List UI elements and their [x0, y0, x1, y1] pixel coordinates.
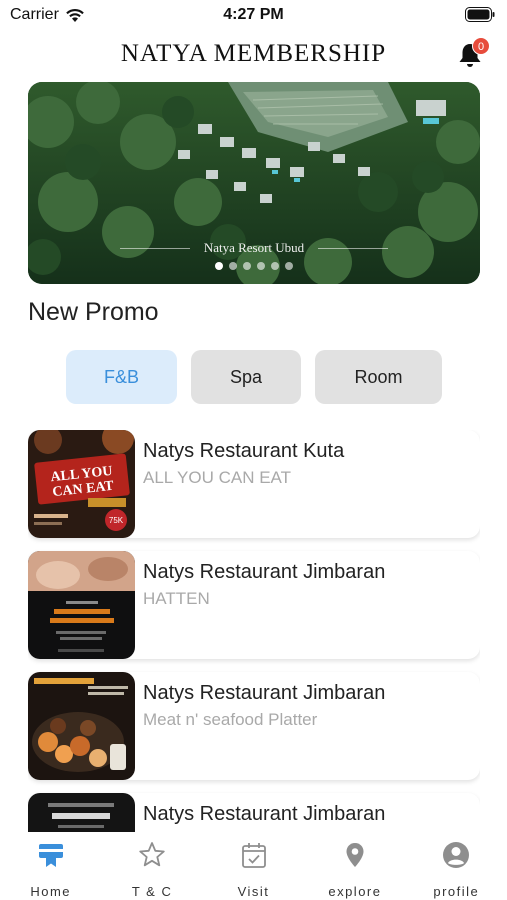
promo-name: Natys Restaurant Jimbaran [143, 803, 386, 825]
user-circle-icon [443, 842, 470, 868]
promo-thumbnail: ALL YOU CAN EAT 75K [28, 430, 135, 538]
nav-label: T & C [131, 884, 173, 899]
promo-description: ALL YOU CAN EAT [143, 468, 292, 487]
carousel-dot[interactable] [243, 262, 251, 270]
promo-image-seafood-platter [28, 672, 135, 780]
section-title: New Promo [28, 298, 159, 326]
promo-name: Natys Restaurant Jimbaran [143, 682, 386, 704]
promo-name: Natys Restaurant Kuta [143, 440, 345, 462]
notification-badge: 0 [472, 37, 490, 55]
nav-label: Visit [237, 884, 270, 899]
bottom-nav: Home T & C Visit explore profile [0, 832, 507, 900]
promo-description: HATTEN [143, 589, 210, 608]
carousel-dot[interactable] [257, 262, 265, 270]
nav-label: Home [30, 884, 72, 899]
nav-explore[interactable]: explore [304, 832, 405, 900]
banner-caption: Natya Resort Ubud [203, 240, 305, 255]
notification-button[interactable]: 0 [457, 37, 490, 70]
promo-thumbnail [28, 551, 135, 659]
promo-list[interactable]: ALL YOU CAN EAT 75K Natys Restaurant Kut… [28, 430, 480, 832]
nav-label: explore [328, 884, 382, 899]
nav-profile[interactable]: profile [406, 832, 507, 900]
promo-name: Natys Restaurant Jimbaran [143, 561, 386, 583]
list-item[interactable]: Natys Restaurant Jimbaran HATTEN [28, 551, 480, 659]
promo-thumbnail [28, 793, 135, 832]
list-item[interactable]: Natys Restaurant Jimbaran Meat n' seafoo… [28, 672, 480, 780]
svg-text:75K: 75K [109, 516, 124, 525]
location-pin-icon [346, 843, 364, 867]
carousel-dot[interactable] [229, 262, 237, 270]
nav-label: profile [433, 884, 480, 899]
hero-banner[interactable]: Natya Resort Ubud [28, 82, 480, 284]
status-bar: Carrier 4:27 PM [0, 0, 507, 32]
nav-visit[interactable]: Visit [203, 832, 304, 900]
tab-room[interactable]: Room [315, 350, 442, 404]
promo-image-restaurant-offer [28, 793, 135, 832]
home-card-icon [38, 844, 63, 867]
battery-icon [465, 7, 495, 22]
carousel-dot[interactable] [271, 262, 279, 270]
calendar-check-icon [241, 843, 266, 868]
promo-thumbnail [28, 672, 135, 780]
promo-image-wine-by-glass [28, 551, 135, 659]
list-item[interactable]: ALL YOU CAN EAT 75K Natys Restaurant Kut… [28, 430, 480, 538]
nav-tnc[interactable]: T & C [101, 832, 202, 900]
promo-category-tabs: F&B Spa Room [66, 350, 442, 404]
list-item[interactable]: Natys Restaurant Jimbaran [28, 793, 480, 832]
nav-home[interactable]: Home [0, 832, 101, 900]
tab-spa[interactable]: Spa [191, 350, 301, 404]
page-title: NATYA MEMBERSHIP [120, 40, 387, 67]
app-header: NATYA MEMBERSHIP 0 [0, 37, 507, 74]
carousel-indicator[interactable] [28, 262, 480, 270]
tab-fnb[interactable]: F&B [66, 350, 177, 404]
clock: 4:27 PM [223, 6, 284, 23]
promo-image-all-you-can-eat: ALL YOU CAN EAT 75K [28, 430, 135, 538]
star-icon [139, 842, 165, 867]
carousel-dot[interactable] [215, 262, 223, 270]
carousel-dot[interactable] [285, 262, 293, 270]
promo-description: Meat n' seafood Platter [143, 710, 318, 729]
